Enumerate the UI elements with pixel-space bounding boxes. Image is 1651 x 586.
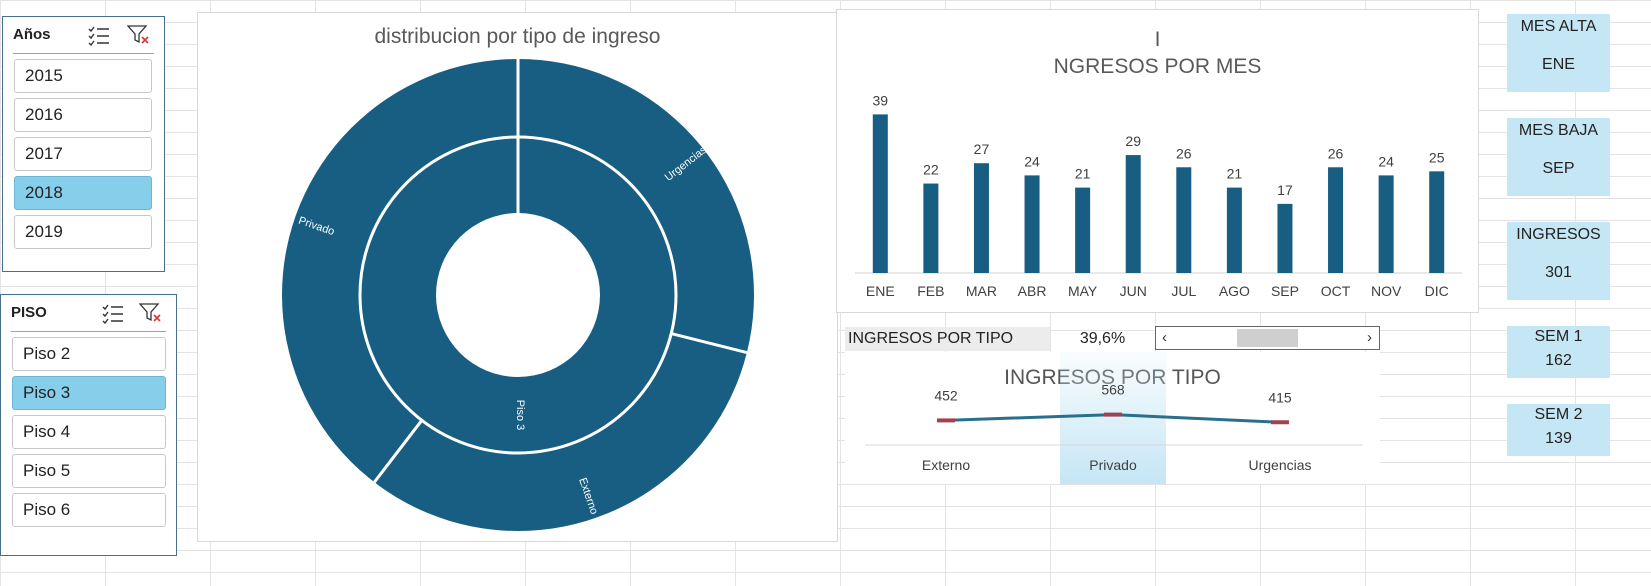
line-category-label: Privado <box>1089 457 1137 473</box>
bar-ago <box>1226 187 1242 273</box>
bar-data-label: 21 <box>1075 166 1091 182</box>
scroll-right-arrow[interactable]: › <box>1367 329 1372 346</box>
bar-category-label: AGO <box>1219 283 1250 299</box>
kpi-label: MES BAJA <box>1518 122 1599 139</box>
multi-select-icon[interactable] <box>87 24 111 47</box>
kpi-label: SEM 1 <box>1534 328 1583 345</box>
bar-mar <box>973 163 989 273</box>
kpi-ingresos: INGRESOS 301 <box>1507 222 1610 300</box>
donut-inner-label: Piso 3 <box>514 400 526 431</box>
kpi-value: SEP <box>1542 160 1575 177</box>
bar-data-label: 22 <box>923 162 939 178</box>
slicer-item[interactable]: 2016 <box>14 98 152 132</box>
kpi-mes-alta: MES ALTA ENE <box>1507 14 1610 92</box>
bar-jul <box>1176 167 1192 273</box>
bar-ene <box>872 114 888 274</box>
type-line-chart: 452 Externo 568 Privado 415 Urgencias <box>865 352 1363 484</box>
bar-category-label: JUN <box>1120 283 1147 299</box>
piso-slicer: PISO Piso 2 Piso 3 Piso 4 Piso 5 Piso 6 <box>0 294 177 556</box>
multi-select-icon[interactable] <box>101 302 125 325</box>
line-data-label: 568 <box>1101 382 1125 398</box>
kpi-value: 162 <box>1545 352 1572 369</box>
slicer-item[interactable]: Piso 2 <box>12 337 166 371</box>
kpi-sem-1: SEM 1 162 <box>1507 326 1610 378</box>
line-marker <box>1271 420 1289 425</box>
bar-data-label: 17 <box>1277 182 1293 198</box>
bar-data-label: 26 <box>1328 145 1344 161</box>
bar-category-label: FEB <box>917 283 944 299</box>
line-category-label: Externo <box>922 457 970 473</box>
bar-category-label: MAR <box>966 283 997 299</box>
bar-category-label: JUL <box>1171 283 1196 299</box>
donut-chart: UrgenciasExternoPrivadoPiso 3 <box>282 59 754 531</box>
slicer-item[interactable]: Piso 6 <box>12 493 166 527</box>
slicer-item[interactable]: Piso 5 <box>12 454 166 488</box>
monthly-bar-chart: 39 ENE 22 FEB 27 MAR 24 ABR 21 MAY 29 JUN 26 JUL 21 AGO… <box>855 92 1462 299</box>
kpi-label: SEM 2 <box>1534 406 1583 423</box>
line-category-label: Urgencias <box>1248 457 1311 473</box>
clear-filter-icon[interactable] <box>138 302 163 324</box>
type-scrollbar[interactable]: ‹ › <box>1155 326 1380 350</box>
slicer-item[interactable]: Piso 3 <box>12 376 166 410</box>
bar-category-label: OCT <box>1321 283 1351 299</box>
monthly-chart-panel[interactable]: I NGRESOS POR MES 39 ENE 22 FEB 27 MAR 24 ABR 21… <box>836 9 1479 313</box>
kpi-value: 301 <box>1545 264 1572 281</box>
line-marker <box>1104 412 1122 417</box>
scroll-left-arrow[interactable]: ‹ <box>1162 329 1167 346</box>
bar-jun <box>1125 155 1141 273</box>
line-chart-panel[interactable]: INGRESOS POR TIPO 452Externo568Privado41… <box>845 352 1380 484</box>
bar-category-label: DIC <box>1425 283 1449 299</box>
ingresos-tipo-value: 39,6% <box>1079 330 1126 347</box>
bar-data-label: 24 <box>1024 153 1040 169</box>
bar-data-label: 21 <box>1227 166 1243 182</box>
bar-abr <box>1024 175 1040 273</box>
kpi-sem-2: SEM 2 139 <box>1507 404 1610 456</box>
kpi-label: MES ALTA <box>1520 18 1597 35</box>
slicer-item[interactable]: 2017 <box>14 137 152 171</box>
slicer-item[interactable]: Piso 4 <box>12 415 166 449</box>
bar-data-label: 29 <box>1125 133 1141 149</box>
kpi-label: INGRESOS <box>1516 226 1601 243</box>
bar-nov <box>1378 175 1394 273</box>
line-marker <box>937 418 955 423</box>
ingresos-tipo-label: INGRESOS POR TIPO <box>845 327 1050 351</box>
bar-data-label: 25 <box>1429 149 1445 165</box>
bar-category-label: NOV <box>1371 283 1402 299</box>
kpi-value: ENE <box>1542 56 1575 73</box>
scroll-thumb[interactable] <box>1237 329 1298 347</box>
slicer-item[interactable]: 2018 <box>14 176 152 210</box>
bar-dic <box>1429 171 1445 273</box>
bar-sep <box>1277 203 1293 273</box>
piso-slicer-header: PISO <box>11 295 166 332</box>
piso-slicer-title: PISO <box>11 304 47 321</box>
bar-category-label: SEP <box>1271 283 1299 299</box>
donut-hole <box>436 213 600 377</box>
kpi-mes-baja: MES BAJA SEP <box>1507 118 1610 196</box>
bar-oct <box>1328 167 1344 273</box>
line-data-label: 452 <box>934 387 958 403</box>
bar-feb <box>923 183 939 273</box>
bar-data-label: 26 <box>1176 145 1192 161</box>
years-slicer-header: Años <box>13 17 154 54</box>
slicer-item[interactable]: 2015 <box>14 59 152 93</box>
bar-category-label: ABR <box>1018 283 1047 299</box>
line-data-label: 415 <box>1268 389 1292 405</box>
years-slicer-title: Años <box>13 26 51 43</box>
bar-data-label: 39 <box>873 92 889 108</box>
bar-data-label: 27 <box>974 141 990 157</box>
bar-may <box>1075 187 1091 273</box>
years-slicer: Años 2015 2016 2017 2018 2019 <box>2 16 165 272</box>
kpi-value: 139 <box>1545 430 1572 447</box>
donut-chart-panel[interactable]: distribucion por tipo de ingreso Urgenci… <box>197 12 838 542</box>
clear-filter-icon[interactable] <box>126 24 151 46</box>
bar-category-label: ENE <box>866 283 895 299</box>
bar-category-label: MAY <box>1068 283 1098 299</box>
slicer-item[interactable]: 2019 <box>14 215 152 249</box>
bar-data-label: 24 <box>1378 153 1394 169</box>
